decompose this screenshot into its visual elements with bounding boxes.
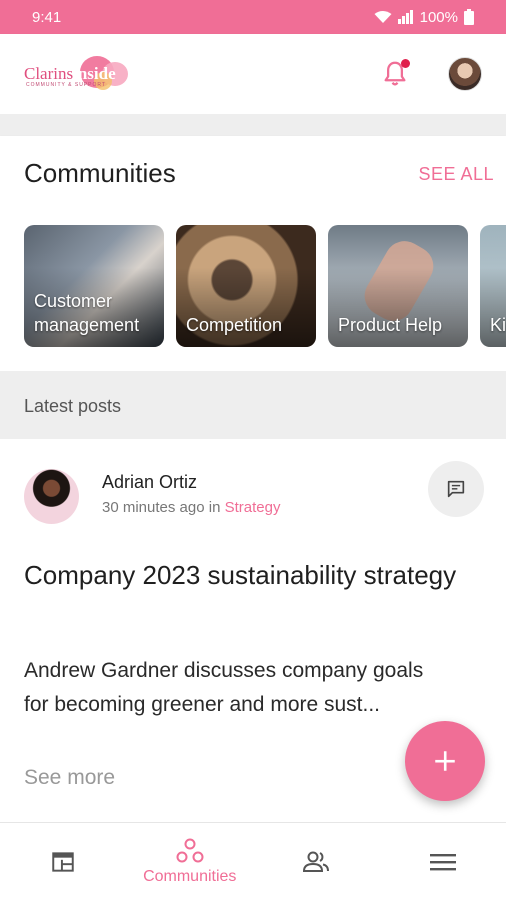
community-card-competition[interactable]: Competition <box>176 225 316 347</box>
comment-icon <box>447 480 465 498</box>
feed-icon <box>52 851 74 872</box>
logo-text-left: Clarins <box>24 64 74 83</box>
community-card-label: Ki <box>490 315 506 335</box>
nav-people[interactable] <box>253 823 380 900</box>
bottom-navigation: Communities <box>0 822 506 900</box>
post-category-link[interactable]: Strategy <box>225 499 281 516</box>
battery-level: 100% <box>419 8 458 26</box>
communities-section: Communities SEE ALL Customer management C… <box>0 136 506 371</box>
see-more-link[interactable]: See more <box>24 766 115 790</box>
post-time: 30 minutes ago <box>102 499 205 516</box>
notifications-button[interactable] <box>380 59 410 89</box>
nav-communities-label: Communities <box>143 867 237 885</box>
status-icons: 100% <box>374 9 474 26</box>
app-actions <box>380 57 482 91</box>
app-bar: Clarinsinside COMMUNITY & SUPPORT <box>0 34 506 114</box>
label-line-1: Customer <box>34 291 113 311</box>
community-card-customer-management[interactable]: Customer management <box>24 225 164 347</box>
section-divider <box>0 114 506 136</box>
status-bar: 9:41 100% <box>0 0 506 34</box>
community-card-label: Competition <box>186 315 283 335</box>
post-title[interactable]: Company 2023 sustainability strategy <box>24 556 464 595</box>
latest-posts-label: Latest posts <box>24 396 122 416</box>
community-card-partial[interactable]: Ki <box>480 225 506 347</box>
user-avatar[interactable] <box>448 57 482 91</box>
signal-icon <box>397 10 413 24</box>
label-line-2: management <box>34 315 140 335</box>
post-in: in <box>208 499 221 516</box>
nav-communities[interactable]: Communities <box>127 823 254 900</box>
communities-title: Communities <box>24 158 176 188</box>
latest-posts-header: Latest posts <box>0 371 506 439</box>
logo-text-right: inside <box>73 64 116 83</box>
people-icon <box>303 851 330 872</box>
logo-text: Clarinsinside <box>24 64 116 84</box>
author-avatar[interactable] <box>24 469 79 524</box>
communities-carousel[interactable]: Customer management Competition Product H… <box>24 225 506 349</box>
menu-icon <box>429 853 456 870</box>
post-author[interactable]: Adrian Ortiz <box>102 472 197 493</box>
app-logo[interactable]: Clarinsinside COMMUNITY & SUPPORT <box>24 52 139 96</box>
comment-button[interactable] <box>428 461 484 517</box>
wifi-icon <box>374 11 392 23</box>
nav-feed[interactable] <box>0 823 127 900</box>
logo-subtitle: COMMUNITY & SUPPORT <box>26 82 106 88</box>
status-time: 9:41 <box>32 8 62 26</box>
see-all-link[interactable]: SEE ALL <box>418 164 494 185</box>
battery-icon <box>464 9 474 25</box>
community-card-product-help[interactable]: Product Help <box>328 225 468 347</box>
post-meta: 30 minutes ago in Strategy <box>102 499 280 516</box>
create-post-button[interactable] <box>405 721 485 801</box>
plus-icon <box>435 751 455 771</box>
community-card-label: Product Help <box>338 315 443 335</box>
nav-menu[interactable] <box>380 823 506 900</box>
notification-badge <box>401 59 410 68</box>
communities-icon <box>176 838 204 862</box>
community-card-label: Customer management <box>34 289 139 337</box>
post-excerpt: Andrew Gardner discusses company goals f… <box>24 659 424 716</box>
